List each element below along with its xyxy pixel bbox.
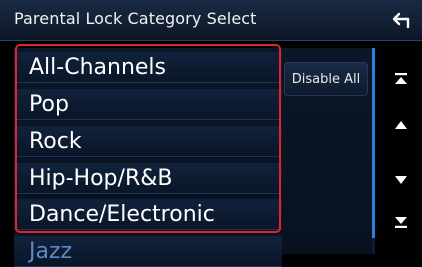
list-item-label: Dance/Electronic [29,202,215,227]
disable-all-button[interactable]: Disable All [284,62,368,96]
scroll-down-icon [395,176,407,184]
scroll-down-button[interactable] [384,163,418,197]
list-item[interactable]: Pop [14,89,282,120]
list-item-label: Rock [29,129,82,154]
page-title: Parental Lock Category Select [14,9,257,28]
list-item[interactable]: All-Channels [14,52,282,83]
list-item[interactable]: Jazz [14,236,282,267]
scroll-up-icon [395,121,407,129]
scrollbar-thumb[interactable] [372,48,375,238]
scroll-to-top-button[interactable] [384,62,418,96]
list-item-label: All-Channels [29,55,166,80]
list-item-label: Jazz [29,239,73,264]
list-item[interactable]: Hip-Hop/R&B [14,163,282,194]
scroll-up-button[interactable] [384,108,418,142]
list-item[interactable]: Rock [14,126,282,157]
list-item-label: Pop [29,92,69,117]
list-item-label: Hip-Hop/R&B [29,166,173,191]
list-item[interactable]: Dance/Electronic [14,199,282,230]
title-bar: Parental Lock Category Select [0,0,422,41]
back-button[interactable] [386,6,416,36]
scroll-to-top-icon [395,73,407,84]
scroll-to-bottom-icon [395,217,407,228]
back-arrow-icon [392,12,410,29]
scroll-to-bottom-button[interactable] [384,205,418,239]
